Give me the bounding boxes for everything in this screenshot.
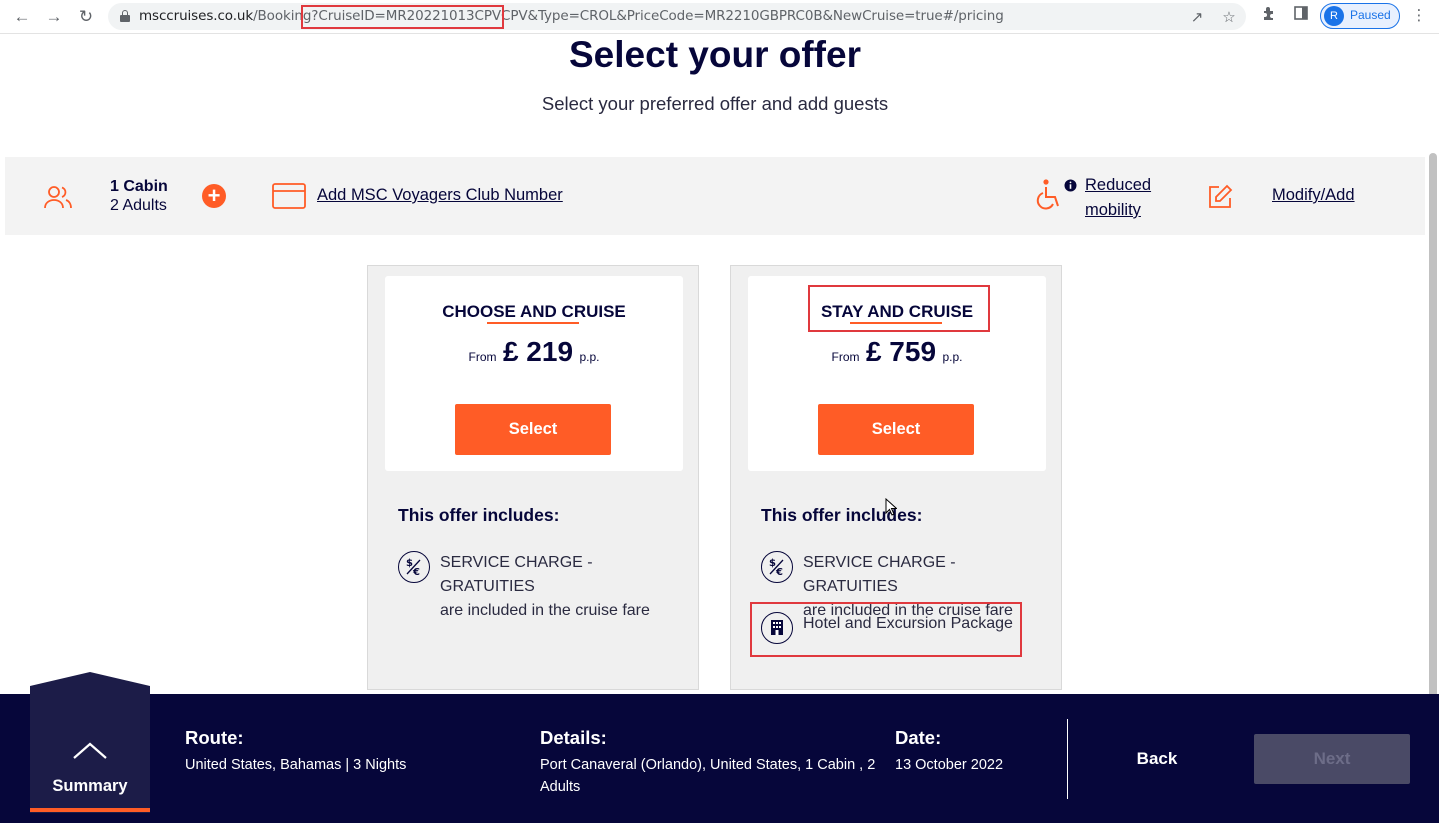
share-icon[interactable]: ↗ [1186, 7, 1208, 29]
next-button[interactable]: Next [1254, 734, 1410, 784]
summary-label[interactable]: Summary [30, 777, 150, 796]
card-icon [272, 183, 306, 214]
guest-bar: 1 Cabin 2 Adults + Add MSC Voyagers Club… [5, 157, 1425, 235]
avatar: R [1324, 6, 1344, 26]
offer-name: CHOOSE AND CRUISE [442, 302, 626, 321]
date-label: Date: [895, 727, 942, 748]
forward-arrow-icon[interactable]: → [42, 5, 66, 29]
address-bar[interactable]: msccruises.co.uk/Booking?CruiseID=MR2022… [108, 3, 1246, 30]
select-button[interactable]: Select [455, 404, 611, 455]
back-arrow-icon[interactable]: ← [10, 5, 34, 29]
offer-title-annotation-box [808, 285, 990, 332]
select-button[interactable]: Select [818, 404, 974, 455]
adult-count: 2 Adults [110, 197, 167, 214]
page-subtitle: Select your preferred offer and add gues… [541, 93, 889, 114]
offer-price: From £ 219 p.p. [468, 336, 600, 367]
details-value: Port Canaveral (Orlando), United States,… [540, 757, 876, 795]
currency-exchange-icon: $ € [761, 551, 793, 583]
offer-card-choose-and-cruise: CHOOSE AND CRUISE From £ 219 p.p. Select… [367, 265, 699, 690]
modify-add-link[interactable]: Modify/Add [1272, 186, 1355, 205]
title-underline [487, 322, 579, 324]
include-text: SERVICE CHARGE - GRATUITIES are included … [440, 554, 650, 619]
svg-text:$: $ [769, 558, 776, 569]
add-cabin-button[interactable]: + [202, 184, 226, 208]
booking-footer: Summary Route: United States, Bahamas | … [0, 672, 1439, 823]
includes-title: This offer includes: [398, 505, 560, 525]
url-text: msccruises.co.uk/Booking?CruiseID=MR2022… [139, 8, 1004, 24]
profile-button[interactable]: R Paused [1320, 3, 1400, 29]
cabin-count: 1 Cabin [110, 178, 168, 195]
back-button[interactable]: Back [1105, 734, 1209, 784]
profile-status: Paused [1350, 8, 1391, 22]
reduced-mobility-link[interactable]: Reduced mobility [1085, 173, 1151, 223]
people-icon [43, 184, 73, 215]
svg-text:€: € [775, 567, 783, 578]
accessibility-icon [1036, 179, 1066, 218]
summary-underline [30, 808, 150, 812]
price-amount: £ 219 [502, 336, 574, 367]
footer-divider [1067, 719, 1068, 799]
extensions-icon[interactable] [1258, 5, 1280, 27]
kebab-menu-icon[interactable]: ⋮ [1408, 5, 1430, 27]
offer-header: CHOOSE AND CRUISE From £ 219 p.p. Select [385, 276, 683, 471]
offer-price: From £ 759 p.p. [831, 336, 963, 367]
browser-toolbar: ← → ↻ msccruises.co.uk/Booking?CruiseID=… [0, 0, 1439, 34]
edit-icon [1206, 183, 1234, 216]
cabin-summary: 1 Cabin 2 Adults [110, 177, 168, 215]
page-scrollbar[interactable] [1429, 153, 1437, 709]
star-icon[interactable]: ☆ [1218, 7, 1240, 29]
url-annotation-box [301, 5, 504, 29]
side-panel-icon[interactable] [1290, 5, 1312, 27]
route-label: Route: [185, 727, 244, 748]
reload-icon[interactable]: ↻ [74, 5, 98, 29]
svg-text:$: $ [406, 558, 413, 569]
includes-title: This offer includes: [761, 505, 923, 525]
price-amount: £ 759 [865, 336, 937, 367]
mouse-cursor-icon [885, 497, 898, 516]
svg-text:€: € [412, 567, 420, 578]
currency-exchange-icon: $ € [398, 551, 430, 583]
voyagers-club-link[interactable]: Add MSC Voyagers Club Number [317, 186, 563, 205]
info-icon[interactable] [1064, 179, 1077, 197]
hotel-package-annotation-box [750, 602, 1022, 657]
route-value: United States, Bahamas | 3 Nights [185, 757, 407, 773]
details-label: Details: [540, 727, 607, 748]
page-title: Select your offer [569, 34, 861, 75]
date-value: 13 October 2022 [895, 757, 1004, 773]
lock-icon [120, 10, 130, 22]
